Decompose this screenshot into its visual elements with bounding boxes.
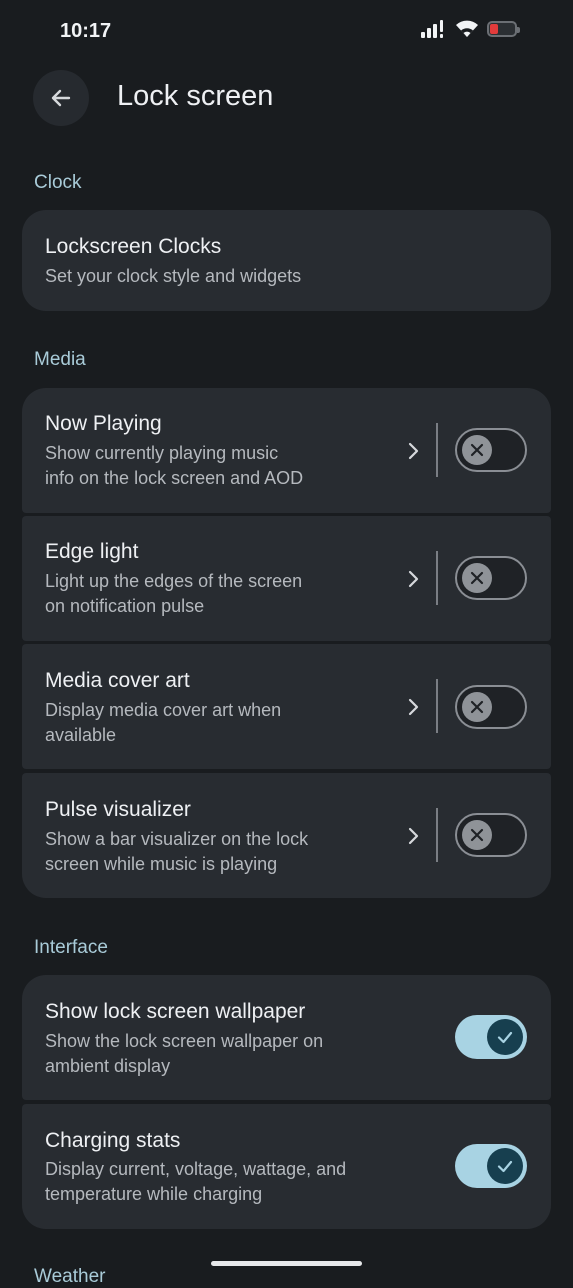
- item-title: Pulse visualizer: [45, 798, 191, 821]
- item-subtitle-line2: temperature while charging: [45, 1184, 263, 1204]
- toggle-knob: [462, 563, 492, 593]
- page-title: Lock screen: [117, 80, 274, 112]
- item-subtitle-line2: info on the lock screen and AOD: [45, 468, 304, 488]
- home-indicator[interactable]: [211, 1261, 362, 1266]
- media-cover-art-toggle[interactable]: [455, 685, 527, 729]
- pulse-visualizer-toggle[interactable]: [455, 813, 527, 857]
- item-title: Edge light: [45, 540, 139, 563]
- edge-light-item[interactable]: Edge light Light up the edges of the scr…: [22, 516, 551, 641]
- item-subtitle-line2: ambient display: [45, 1056, 171, 1076]
- app-bar: Lock screen: [0, 70, 573, 126]
- battery-level: [490, 24, 498, 34]
- item-subtitle-line2: screen while music is playing: [45, 854, 278, 874]
- item-title: Lockscreen Clocks: [45, 235, 222, 258]
- now-playing-toggle[interactable]: [455, 428, 527, 472]
- item-subtitle-line1: Show a bar visualizer on the lock: [45, 829, 309, 849]
- arrow-left-icon: [51, 89, 71, 107]
- item-subtitle-line2: on notification pulse: [45, 596, 205, 616]
- chevron-right-icon: [408, 698, 419, 716]
- section-label-weather: Weather: [34, 1266, 106, 1287]
- divider: [436, 423, 438, 477]
- item-subtitle-line1: Display current, voltage, wattage, and: [45, 1159, 347, 1179]
- item-subtitle-line1: Show the lock screen wallpaper on: [45, 1031, 324, 1051]
- item-title: Now Playing: [45, 412, 162, 435]
- divider: [436, 679, 438, 733]
- toggle-knob: [462, 692, 492, 722]
- item-title: Charging stats: [45, 1129, 181, 1152]
- status-bar: 10:17: [0, 0, 573, 64]
- item-subtitle-line1: Light up the edges of the screen: [45, 571, 303, 591]
- media-cover-art-item[interactable]: Media cover art Display media cover art …: [22, 644, 551, 769]
- show-lock-screen-wallpaper-toggle[interactable]: [455, 1015, 527, 1059]
- toggle-knob: [487, 1019, 523, 1055]
- wifi-icon: [456, 20, 478, 37]
- item-title: Media cover art: [45, 669, 190, 692]
- status-time: 10:17: [60, 20, 112, 42]
- chevron-right-icon: [408, 442, 419, 460]
- section-label-media: Media: [34, 349, 86, 370]
- item-subtitle-line1: Display media cover art when: [45, 700, 282, 720]
- item-subtitle-line1: Show currently playing music: [45, 443, 279, 463]
- section-label-clock: Clock: [34, 172, 82, 193]
- chevron-right-icon: [408, 827, 419, 845]
- lockscreen-clocks-item[interactable]: Lockscreen Clocks Set your clock style a…: [22, 210, 551, 311]
- charging-stats-toggle[interactable]: [455, 1144, 527, 1188]
- item-title: Show lock screen wallpaper: [45, 1000, 306, 1023]
- section-label-interface: Interface: [34, 937, 108, 958]
- toggle-knob: [462, 820, 492, 850]
- item-subtitle: Set your clock style and widgets: [45, 266, 302, 286]
- signal-icon: [421, 20, 443, 38]
- chevron-right-icon: [408, 570, 419, 588]
- divider: [436, 551, 438, 605]
- check-icon: [497, 1031, 513, 1044]
- divider: [436, 808, 438, 862]
- close-icon: [470, 828, 484, 842]
- battery-icon: [487, 21, 520, 37]
- show-lock-screen-wallpaper-item[interactable]: Show lock screen wallpaper Show the lock…: [22, 975, 551, 1100]
- check-icon: [497, 1160, 513, 1173]
- close-icon: [470, 700, 484, 714]
- item-subtitle-line2: available: [45, 725, 117, 745]
- now-playing-item[interactable]: Now Playing Show currently playing music…: [22, 388, 551, 513]
- toggle-knob: [462, 435, 492, 465]
- close-icon: [470, 571, 484, 585]
- toggle-knob: [487, 1148, 523, 1184]
- edge-light-toggle[interactable]: [455, 556, 527, 600]
- pulse-visualizer-item[interactable]: Pulse visualizer Show a bar visualizer o…: [22, 773, 551, 898]
- close-icon: [470, 443, 484, 457]
- charging-stats-item[interactable]: Charging stats Display current, voltage,…: [22, 1104, 551, 1229]
- back-button[interactable]: [33, 70, 89, 126]
- status-icons: [421, 20, 520, 38]
